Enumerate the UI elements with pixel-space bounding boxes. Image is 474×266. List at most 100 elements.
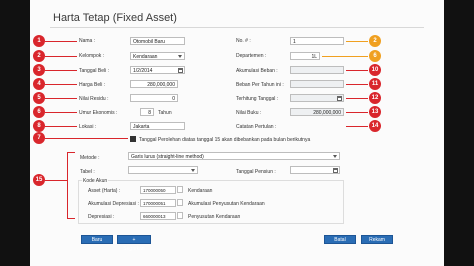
tanggal-beli-input[interactable]: 1/2/2014 <box>130 66 185 74</box>
baru-button[interactable]: Baru <box>81 235 113 244</box>
tabel-label: Tabel : <box>80 169 95 175</box>
departemen-value: 1L <box>311 54 317 60</box>
asset-account-lookup-button[interactable] <box>177 186 183 193</box>
kode-akun-label: Kode Akun <box>82 178 109 184</box>
callout-badge-6: 6 <box>33 106 45 118</box>
callout-badge-4: 4 <box>33 78 45 90</box>
callout-line-orange-6 <box>322 56 368 57</box>
lokasi-input[interactable]: Jakarta <box>130 122 185 130</box>
catatan-pertulan-label: Catatan Pertulan : <box>236 124 277 130</box>
nilai-residu-label: Nilai Residu : <box>79 96 109 102</box>
nama-input[interactable]: Otomobil Baru <box>130 37 185 45</box>
callout-line-12 <box>346 98 368 99</box>
beban-per-tahun-input <box>290 80 344 88</box>
akumulasi-depresiasi-name: Akumulasi Penyusutan Kendaraan <box>188 201 265 207</box>
callout-line-10 <box>346 70 368 71</box>
callout-line-2 <box>45 56 77 57</box>
depresiasi-label: Depresiasi : <box>88 214 115 220</box>
no-input[interactable]: 1 <box>290 37 344 45</box>
callout-badge-orange-2: 2 <box>369 35 381 47</box>
calendar-icon <box>337 96 342 101</box>
akumulasi-beban-input <box>290 66 344 74</box>
callout-badge-10: 10 <box>369 64 381 76</box>
callout-badge-orange-6: 6 <box>369 50 381 62</box>
asset-account-name: Kendaraan <box>188 188 213 194</box>
lokasi-label: Lokasi : <box>79 124 97 130</box>
callout-badge-1: 1 <box>33 35 45 47</box>
tanggal-pensiun-input[interactable] <box>290 166 340 174</box>
callout-line-7b <box>45 138 78 139</box>
depresiasi-name: Penyusutan Kendaraan <box>188 214 241 220</box>
callout-bracket-bottom <box>67 218 75 219</box>
title-divider <box>50 27 424 28</box>
batal-button[interactable]: Batal <box>324 235 356 244</box>
harga-beli-label: Harga Beli : <box>79 82 106 88</box>
chevron-down-icon <box>191 169 195 172</box>
akumulasi-depresiasi-lookup-button[interactable] <box>177 199 183 206</box>
page-title: Harta Tetap (Fixed Asset) <box>53 12 177 24</box>
terhitung-tanggal-input <box>290 94 344 102</box>
nilai-residu-input[interactable]: 0 <box>130 94 178 102</box>
callout-line-4 <box>45 84 77 85</box>
callout-badge-7: 7 <box>33 132 45 144</box>
callout-bracket-top <box>67 152 75 153</box>
terhitung-tanggal-label: Terhitung Tanggal : <box>236 96 279 102</box>
chevron-down-icon <box>178 55 182 58</box>
chevron-down-icon <box>333 155 337 158</box>
nama-label: Nama : <box>79 38 96 44</box>
metode-value: Garis lurus (straight-line method) <box>131 154 204 160</box>
tanggal-perolehan-checkbox[interactable] <box>130 136 136 142</box>
callout-badge-3: 3 <box>33 64 45 76</box>
tanggal-beli-label: Tanggal Beli : <box>79 68 110 74</box>
calendar-icon[interactable] <box>178 68 183 73</box>
metode-select[interactable]: Garis lurus (straight-line method) <box>128 152 340 160</box>
callout-badge-11: 11 <box>369 78 381 90</box>
callout-line-6 <box>45 112 77 113</box>
tabel-select[interactable] <box>128 166 198 174</box>
metode-label: Metode : <box>80 155 100 161</box>
callout-badge-2: 2 <box>33 50 45 62</box>
right-backdrop <box>444 0 474 266</box>
callout-badge-8: 8 <box>33 120 45 132</box>
calendar-icon[interactable] <box>333 168 338 173</box>
callout-badge-14: 14 <box>369 120 381 132</box>
kelompok-value: Kendaraan <box>133 54 158 60</box>
asset-account-code[interactable]: 170000050 <box>140 186 176 194</box>
departemen-input[interactable]: 1L <box>290 52 320 60</box>
asset-account-label: Asset (Harta) : <box>88 188 121 194</box>
callout-line-7 <box>78 138 128 139</box>
left-backdrop <box>0 0 30 266</box>
callout-badge-13: 13 <box>369 106 381 118</box>
akumulasi-depresiasi-label: Akumulasi Depresiasi : <box>88 201 139 207</box>
umur-ekonomis-input[interactable]: 8 <box>140 108 154 116</box>
callout-badge-15: 15 <box>33 174 45 186</box>
akumulasi-depresiasi-code[interactable]: 170000051 <box>140 199 176 207</box>
akumulasi-beban-label: Akumulasi Beban : <box>236 68 278 74</box>
callout-line-5 <box>45 98 77 99</box>
tanggal-beli-value: 1/2/2014 <box>133 68 153 74</box>
callout-line-11 <box>346 84 368 85</box>
umur-ekonomis-label: Umur Ekonomis : <box>79 110 118 116</box>
callout-badge-12: 12 <box>369 92 381 104</box>
harga-beli-input[interactable]: 280,000,000 <box>130 80 178 88</box>
rekam-button[interactable]: Rekam <box>361 235 393 244</box>
beban-per-tahun-label: Beban Per Tahun ini : <box>236 82 284 88</box>
kelompok-label: Kelompok : <box>79 53 105 59</box>
callout-line-14 <box>346 126 368 127</box>
kelompok-select[interactable]: Kendaraan <box>130 52 185 60</box>
departemen-label: Departemen : <box>236 53 267 59</box>
callout-line-8 <box>45 126 77 127</box>
segarkan-button[interactable]: + Segarkan <box>117 235 151 252</box>
callout-bracket-15 <box>67 152 68 218</box>
segarkan-label: Segarkan <box>123 246 145 252</box>
callout-line-1 <box>45 41 77 42</box>
depresiasi-lookup-button[interactable] <box>177 212 183 219</box>
callout-line-15 <box>45 180 67 181</box>
no-label: No. # : <box>236 38 251 44</box>
callout-line-3 <box>45 70 77 71</box>
nilai-buku-label: Nilai Buku : <box>236 110 262 116</box>
nilai-buku-input: 280,000,000 <box>290 108 344 116</box>
callout-line-13 <box>346 112 368 113</box>
tanggal-pensiun-label: Tanggal Pensiun : <box>236 169 276 175</box>
depresiasi-code[interactable]: 660000013 <box>140 212 176 220</box>
